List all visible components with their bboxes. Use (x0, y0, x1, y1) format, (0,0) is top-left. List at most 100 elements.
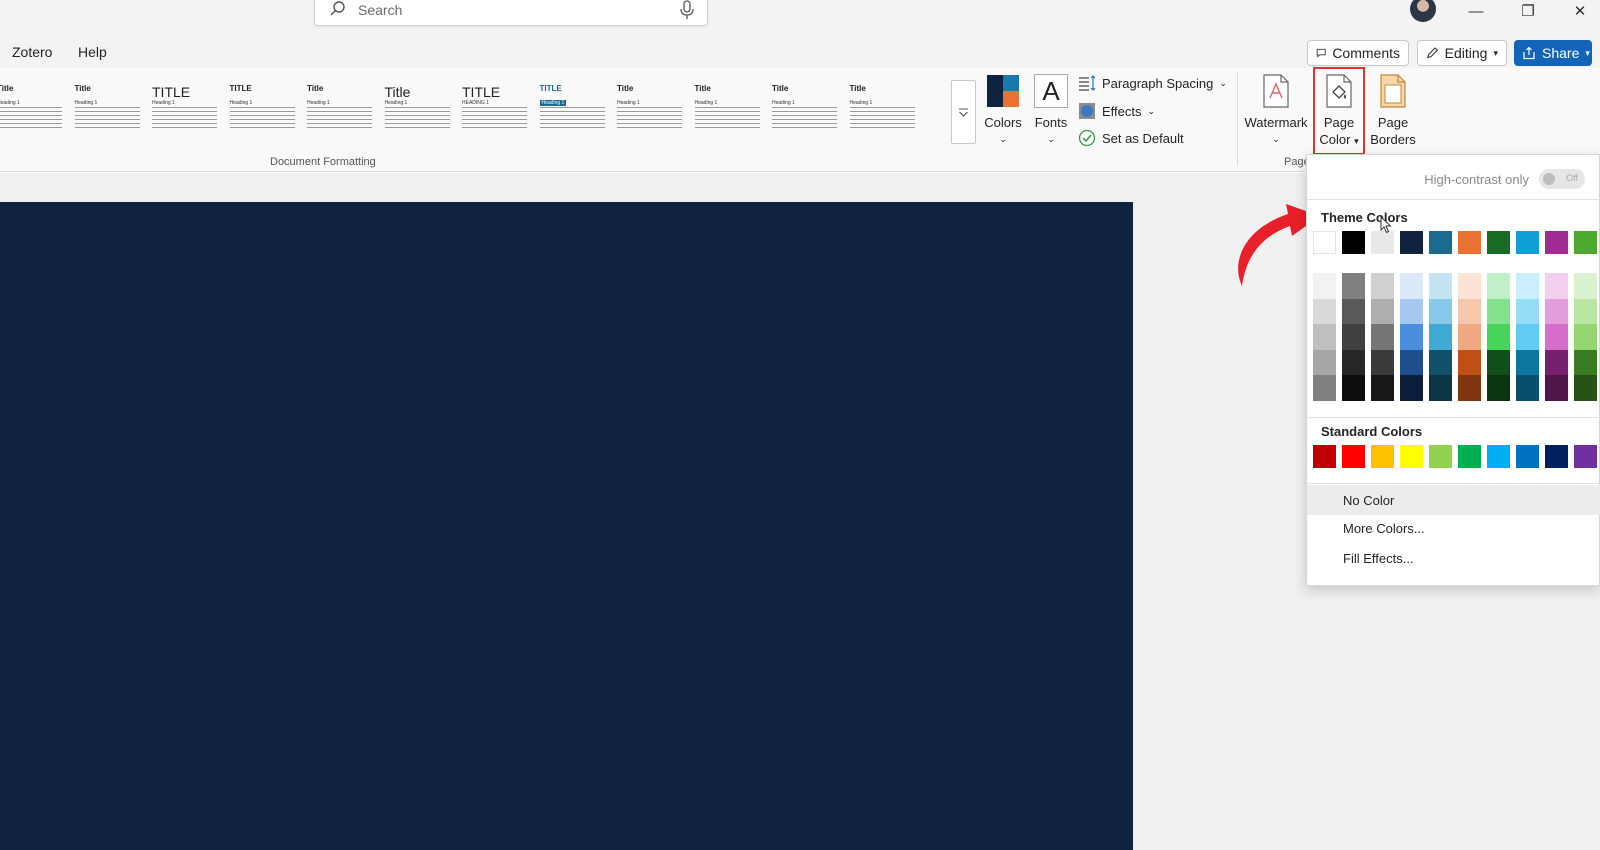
theme-color-swatch[interactable] (1516, 231, 1539, 254)
theme-shade-swatch[interactable] (1516, 349, 1539, 376)
theme-shade-swatch[interactable] (1574, 349, 1597, 376)
theme-shade-swatch[interactable] (1371, 349, 1394, 376)
theme-shade-swatch[interactable] (1342, 375, 1365, 401)
standard-color-swatch[interactable] (1400, 445, 1423, 468)
theme-shade-swatch[interactable] (1400, 298, 1423, 325)
theme-shade-swatch[interactable] (1371, 298, 1394, 325)
theme-shade-swatch[interactable] (1458, 349, 1481, 376)
theme-shade-swatch[interactable] (1429, 273, 1452, 299)
theme-color-swatch[interactable] (1342, 231, 1365, 254)
theme-shade-swatch[interactable] (1458, 375, 1481, 401)
standard-color-swatch[interactable] (1545, 445, 1568, 468)
style-set-thumbnail[interactable]: TITLE HEADING 1 (459, 80, 531, 144)
standard-color-swatch[interactable] (1371, 445, 1394, 468)
gallery-more-button[interactable] (951, 80, 976, 144)
theme-shade-swatch[interactable] (1487, 298, 1510, 325)
effects-button[interactable]: Effects ⌄ (1078, 102, 1155, 120)
theme-shade-swatch[interactable] (1400, 349, 1423, 376)
theme-shade-swatch[interactable] (1342, 324, 1365, 350)
theme-shade-swatch[interactable] (1458, 324, 1481, 350)
theme-shade-swatch[interactable] (1313, 298, 1336, 325)
theme-shade-swatch[interactable] (1400, 273, 1423, 299)
theme-shade-swatch[interactable] (1458, 298, 1481, 325)
theme-shade-swatch[interactable] (1487, 375, 1510, 401)
style-set-thumbnail[interactable]: TITLE Heading 1 (227, 80, 299, 144)
editing-mode-button[interactable]: Editing ▾ (1417, 40, 1507, 66)
minimize-icon[interactable]: — (1453, 0, 1499, 22)
theme-shade-swatch[interactable] (1371, 324, 1394, 350)
theme-shade-swatch[interactable] (1487, 273, 1510, 299)
standard-color-swatch[interactable] (1487, 445, 1510, 468)
more-colors-option[interactable]: More Colors... (1307, 513, 1600, 543)
theme-fonts-button[interactable]: A Fonts ⌄ (1031, 74, 1071, 148)
theme-shade-swatch[interactable] (1313, 324, 1336, 350)
theme-shade-swatch[interactable] (1429, 324, 1452, 350)
theme-shade-swatch[interactable] (1487, 324, 1510, 350)
theme-shade-swatch[interactable] (1574, 298, 1597, 325)
theme-shade-swatch[interactable] (1487, 349, 1510, 376)
theme-shade-swatch[interactable] (1516, 375, 1539, 401)
account-avatar[interactable] (1410, 0, 1436, 22)
fill-effects-option[interactable]: Fill Effects... (1307, 543, 1600, 573)
style-set-thumbnail[interactable]: TitleHeading 1 (72, 80, 144, 144)
set-as-default-button[interactable]: Set as Default (1078, 129, 1184, 147)
theme-colors-button[interactable]: Colors ⌄ (983, 74, 1023, 148)
style-set-thumbnail[interactable]: TitleHeading 1 (0, 80, 66, 144)
theme-shade-swatch[interactable] (1400, 375, 1423, 401)
menu-help[interactable]: Help (78, 44, 107, 60)
theme-shade-swatch[interactable] (1313, 375, 1336, 401)
watermark-button[interactable]: Watermark ⌄ (1243, 74, 1309, 148)
style-set-thumbnail[interactable]: TitleHeading 1 (692, 80, 764, 144)
paragraph-spacing-button[interactable]: Paragraph Spacing ⌄ (1078, 75, 1227, 91)
document-page[interactable] (0, 202, 1133, 850)
close-icon[interactable]: ✕ (1557, 0, 1600, 22)
standard-color-swatch[interactable] (1574, 445, 1597, 468)
theme-color-swatch[interactable] (1545, 231, 1568, 254)
search-box[interactable]: Search (314, 0, 708, 26)
theme-color-swatch[interactable] (1574, 231, 1597, 254)
theme-color-swatch[interactable] (1487, 231, 1510, 254)
theme-shade-swatch[interactable] (1342, 273, 1365, 299)
menu-zotero[interactable]: Zotero (12, 44, 52, 60)
theme-color-swatch[interactable] (1313, 231, 1336, 254)
style-set-thumbnail[interactable]: TitleHeading 1 (304, 80, 376, 144)
theme-shade-swatch[interactable] (1313, 349, 1336, 376)
no-color-option[interactable]: No Color (1307, 485, 1600, 515)
comments-button[interactable]: Comments (1307, 40, 1409, 66)
theme-shade-swatch[interactable] (1342, 298, 1365, 325)
standard-color-swatch[interactable] (1516, 445, 1539, 468)
theme-shade-swatch[interactable] (1342, 349, 1365, 376)
theme-shade-swatch[interactable] (1545, 349, 1568, 376)
theme-shade-swatch[interactable] (1516, 324, 1539, 350)
theme-color-swatch[interactable] (1429, 231, 1452, 254)
theme-shade-swatch[interactable] (1371, 375, 1394, 401)
theme-shade-swatch[interactable] (1545, 298, 1568, 325)
theme-shade-swatch[interactable] (1545, 375, 1568, 401)
standard-color-swatch[interactable] (1313, 445, 1336, 468)
theme-shade-swatch[interactable] (1429, 349, 1452, 376)
style-set-thumbnail[interactable]: TITLE Heading 1 (149, 80, 221, 144)
style-set-thumbnail[interactable]: TitleHeading 1 (847, 80, 919, 144)
theme-shade-swatch[interactable] (1458, 273, 1481, 299)
style-set-thumbnail[interactable]: TitleHeading 1 (382, 80, 454, 144)
standard-color-swatch[interactable] (1429, 445, 1452, 468)
microphone-icon[interactable] (679, 0, 695, 20)
style-set-gallery[interactable]: TitleHeading 1TitleHeading 1TITLEHeading… (0, 80, 950, 144)
theme-shade-swatch[interactable] (1429, 375, 1452, 401)
style-set-thumbnail[interactable]: TitleHeading 1 (614, 80, 686, 144)
theme-shade-swatch[interactable] (1545, 273, 1568, 299)
page-borders-button[interactable]: Page Borders (1365, 74, 1421, 148)
theme-shade-swatch[interactable] (1574, 273, 1597, 299)
theme-shade-swatch[interactable] (1516, 298, 1539, 325)
restore-icon[interactable]: ❐ (1505, 0, 1551, 22)
theme-shade-swatch[interactable] (1400, 324, 1423, 350)
theme-shade-swatch[interactable] (1574, 324, 1597, 350)
theme-color-swatch[interactable] (1400, 231, 1423, 254)
theme-shade-swatch[interactable] (1429, 298, 1452, 325)
theme-shade-swatch[interactable] (1313, 273, 1336, 299)
theme-shade-swatch[interactable] (1516, 273, 1539, 299)
style-set-thumbnail[interactable]: TITLE Heading 1 (537, 80, 609, 144)
theme-color-swatch[interactable] (1371, 231, 1394, 254)
style-set-thumbnail[interactable]: TitleHeading 1 (769, 80, 841, 144)
share-button[interactable]: Share ▾ (1514, 40, 1592, 66)
